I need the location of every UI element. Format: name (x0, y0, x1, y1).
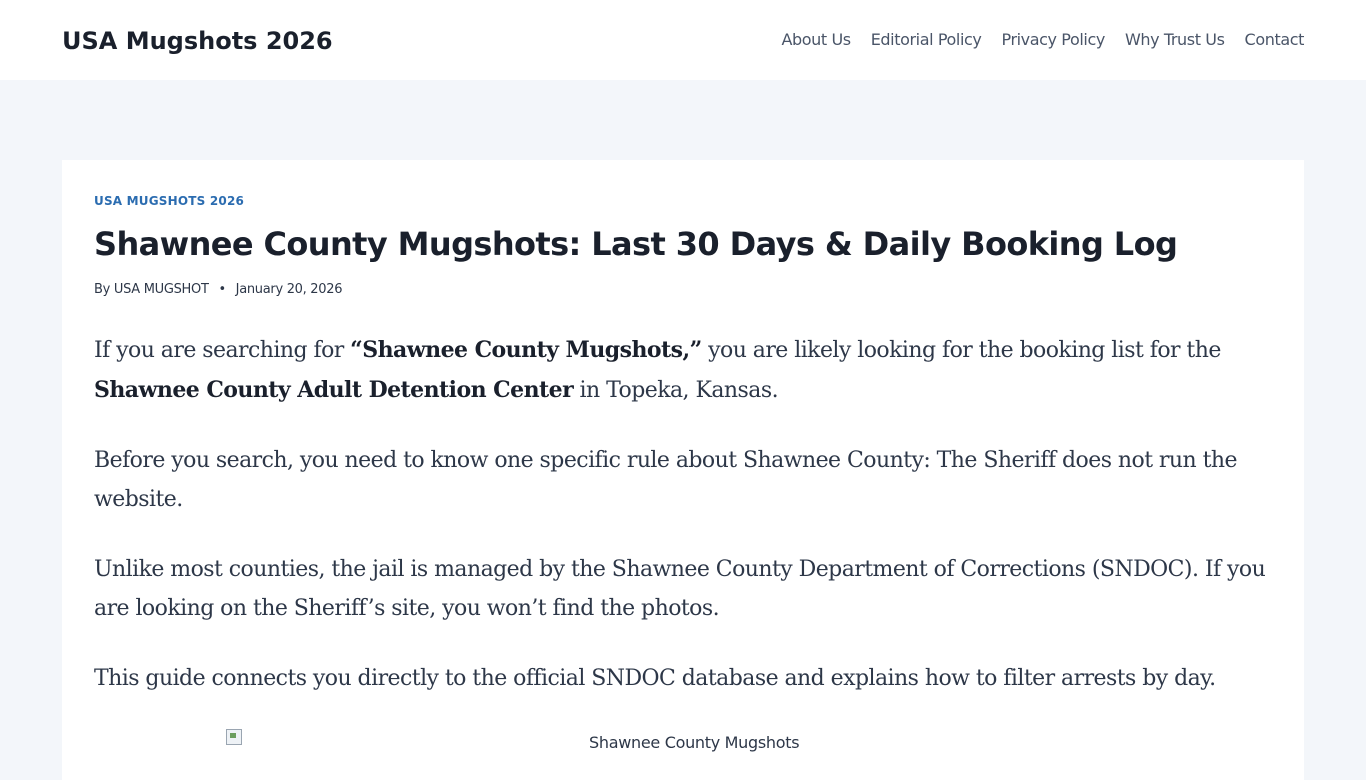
article-card: USA MUGSHOTS 2026 Shawnee County Mugshot… (62, 160, 1304, 780)
site-title-link[interactable]: USA Mugshots 2026 (62, 24, 333, 58)
nav-privacy-policy[interactable]: Privacy Policy (981, 28, 1105, 52)
nav-editorial-policy[interactable]: Editorial Policy (851, 28, 982, 52)
site-header: USA Mugshots 2026 About Us Editorial Pol… (0, 0, 1366, 80)
paragraph-text: in Topeka, Kansas. (573, 377, 779, 403)
broken-image-icon (226, 729, 242, 745)
meta-separator: • (218, 282, 226, 297)
article-content: If you are searching for “Shawnee County… (94, 331, 1274, 731)
paragraph-intro: If you are searching for “Shawnee County… (94, 331, 1274, 410)
paragraph-sndoc: Unlike most counties, the jail is manage… (94, 557, 1266, 621)
publish-date: January 20, 2026 (235, 282, 343, 297)
nav-about-us[interactable]: About Us (781, 28, 851, 52)
image-alt-text: Shawnee County Mugshots (589, 733, 800, 752)
category-link[interactable]: USA MUGSHOTS 2026 (94, 194, 244, 208)
author-link[interactable]: USA MUGSHOT (114, 282, 209, 297)
byline-prefix: By (94, 282, 111, 297)
bold-facility-name: Shawnee County Adult Detention Center (94, 376, 574, 403)
paragraph-sheriff-rule: Before you search, you need to know one … (94, 448, 1238, 512)
nav-why-trust-us[interactable]: Why Trust Us (1105, 28, 1225, 52)
main-navigation: About Us Editorial Policy Privacy Policy… (781, 28, 1304, 52)
bold-search-term: “Shawnee County Mugshots,” (350, 337, 702, 363)
article-image: Shawnee County Mugshots (226, 729, 1226, 769)
paragraph-guide: This guide connects you directly to the … (94, 666, 1216, 691)
nav-contact[interactable]: Contact (1225, 28, 1305, 52)
paragraph-text: you are likely looking for the booking l… (701, 338, 1221, 363)
paragraph-text: If you are searching for (94, 338, 351, 363)
article-title: Shawnee County Mugshots: Last 30 Days & … (94, 225, 1178, 263)
article-meta: By USA MUGSHOT • January 20, 2026 (94, 281, 342, 299)
